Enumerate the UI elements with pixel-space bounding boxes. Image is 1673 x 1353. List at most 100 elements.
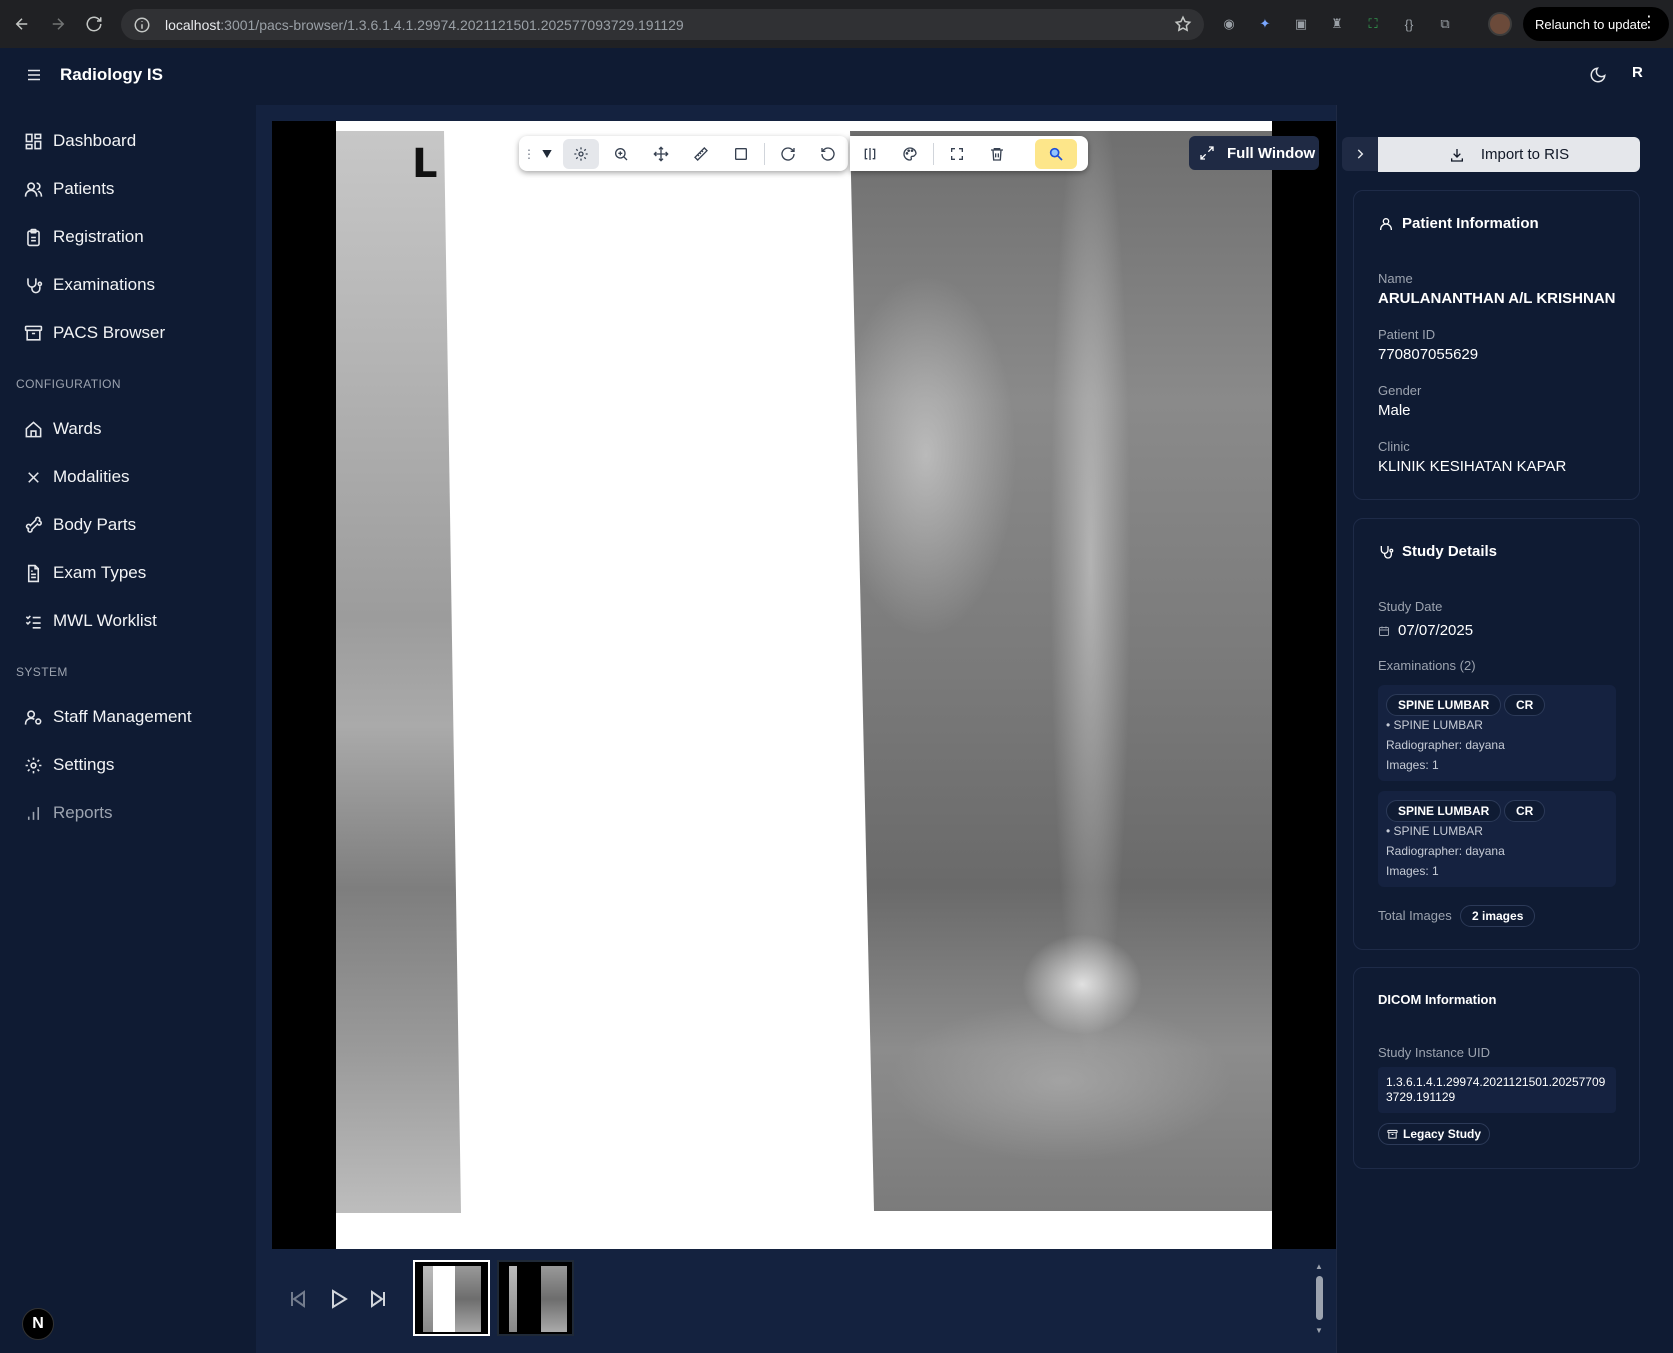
laterality-marker: L [412,141,438,187]
sidebar-item-body-parts[interactable]: Body Parts [16,507,240,543]
viewer-toolbar-right [850,136,1088,171]
toolbar-divider [933,142,934,165]
sidebar-item-label: Wards [53,419,102,438]
name-label: Name [1378,271,1413,286]
sidebar-item-label: Exam Types [53,563,147,582]
sidebar-item-label: Modalities [53,467,130,486]
rotate-counterclockwise-icon[interactable] [810,139,846,169]
thumbnail-image-2[interactable] [497,1260,574,1336]
sidebar-item-registration[interactable]: Registration [16,219,240,255]
dicom-viewport[interactable]: L [272,121,1336,1249]
extension-braces-icon[interactable]: {} [1398,13,1420,35]
dashboard-icon [25,133,42,149]
thumbnail-scrollbar[interactable]: ▲ ▼ [1312,1262,1326,1336]
dropdown-triangle-icon[interactable] [535,139,559,169]
sidebar-item-reports[interactable]: Reports [16,795,240,831]
exam-item-1[interactable]: SPINE LUMBAR CR • SPINE LUMBAR Radiograp… [1378,685,1616,781]
sidebar-item-settings[interactable]: Settings [16,747,240,783]
download-icon [1450,148,1463,162]
study-details-card: Study Details Study Date 07/07/2025 Exam… [1353,518,1640,950]
gear-icon [25,757,42,773]
study-details-title: Study Details [1378,543,1497,560]
chevron-right-icon [1357,149,1364,159]
window-level-tool-icon[interactable] [563,138,599,169]
site-info-icon[interactable] [133,16,151,34]
invert-palette-icon[interactable] [892,139,928,169]
zoom-in-icon[interactable] [603,139,639,169]
patient-gender: Male [1378,402,1411,419]
user-cog-icon [24,709,42,725]
clipboard-icon [27,228,40,246]
exam-radiographer: Radiographer: dayana [1386,738,1505,752]
camera-icon[interactable]: ▣ [1290,13,1312,35]
study-date-label: Study Date [1378,599,1443,614]
full-window-button[interactable]: Full Window [1189,136,1319,170]
hamburger-menu-icon[interactable] [25,66,43,84]
sidebar-item-pacs-browser[interactable]: PACS Browser [16,315,240,351]
ruler-measure-icon[interactable] [683,139,719,169]
extensions-puzzle-icon[interactable]: ⧉ [1434,13,1456,35]
rotate-clockwise-icon[interactable] [770,139,806,169]
pan-move-icon[interactable] [643,139,679,169]
nextjs-badge[interactable]: N [22,1308,54,1340]
sidebar-item-label: Body Parts [53,515,137,534]
patient-info-title: Patient Information [1378,215,1539,232]
archive-icon [1387,1129,1398,1139]
collapse-panel-button[interactable] [1342,137,1378,171]
back-icon[interactable] [5,7,39,41]
screen-capture-icon[interactable]: ⛶ [1362,13,1384,35]
archive-icon [24,325,43,341]
patient-name: ARULANANTHAN A/L KRISHNAN [1378,290,1616,307]
sidebar-item-modalities[interactable]: Modalities [16,459,240,495]
fit-to-screen-icon[interactable] [939,139,975,169]
exam-images: Images: 1 [1386,864,1439,878]
xray-image: L [336,121,1272,1249]
flip-horizontal-icon[interactable] [852,139,888,169]
trash-icon[interactable] [979,139,1015,169]
sidebar-item-exam-types[interactable]: Exam Types [16,555,240,591]
skip-forward-icon[interactable] [366,1287,390,1311]
exam-radiographer: Radiographer: dayana [1386,844,1505,858]
sidebar-item-patients[interactable]: Patients [16,171,240,207]
browser-toolbar: localhost:3001/pacs-browser/1.3.6.1.4.1.… [0,0,1673,48]
extension-puzzle-blue-icon[interactable]: ✦ [1254,13,1276,35]
address-bar[interactable]: localhost:3001/pacs-browser/1.3.6.1.4.1.… [121,9,1204,40]
extension-glasses-icon[interactable]: ◉ [1218,13,1240,35]
toolbar-divider [764,142,765,165]
thumbnail-image-1[interactable] [413,1260,490,1336]
xray-left-strip: L [336,131,461,1213]
dicom-info-title: DICOM Information [1378,992,1497,1007]
relaunch-button[interactable]: Relaunch to update ⋮ [1523,7,1669,41]
xray-lumbar-spine [850,131,1272,1211]
extension-shirt-icon[interactable]: ♜ [1326,13,1348,35]
more-vertical-icon[interactable]: ⋮ [1641,14,1657,32]
magnifier-tool-icon[interactable] [1035,138,1077,169]
sidebar-item-label: PACS Browser [53,323,166,342]
rectangle-roi-icon[interactable] [723,139,759,169]
sidebar-item-examinations[interactable]: Examinations [16,267,240,303]
import-to-ris-button[interactable]: Import to RIS [1378,137,1640,172]
list-checks-icon [25,614,41,629]
sidebar-item-label: MWL Worklist [53,611,157,630]
drag-handle-icon[interactable]: ⋮ [523,148,535,160]
profile-avatar[interactable] [1488,12,1512,36]
forward-icon[interactable] [41,7,75,41]
theme-toggle-moon-icon[interactable] [1589,66,1607,84]
play-icon[interactable] [326,1287,350,1311]
sidebar-item-wards[interactable]: Wards [16,411,240,447]
modality-badge: CR [1504,800,1546,822]
sidebar-item-label: Reports [53,803,113,822]
sidebar-item-mwl-worklist[interactable]: MWL Worklist [16,603,240,639]
reload-icon[interactable] [77,7,111,41]
user-avatar[interactable]: R [1632,64,1643,81]
skip-back-icon[interactable] [286,1287,310,1311]
sidebar-item-dashboard[interactable]: Dashboard [16,123,240,159]
sidebar-item-staff-management[interactable]: Staff Management [16,699,240,735]
relaunch-label: Relaunch to update [1535,16,1648,32]
calendar-icon [1379,626,1389,636]
patient-info-card: Patient Information Name ARULANANTHAN A/… [1353,190,1640,500]
patient-info-title-text: Patient Information [1402,215,1539,232]
study-date: 07/07/2025 [1378,622,1473,639]
exam-item-2[interactable]: SPINE LUMBAR CR • SPINE LUMBAR Radiograp… [1378,791,1616,887]
bookmark-star-icon[interactable] [1174,15,1192,33]
